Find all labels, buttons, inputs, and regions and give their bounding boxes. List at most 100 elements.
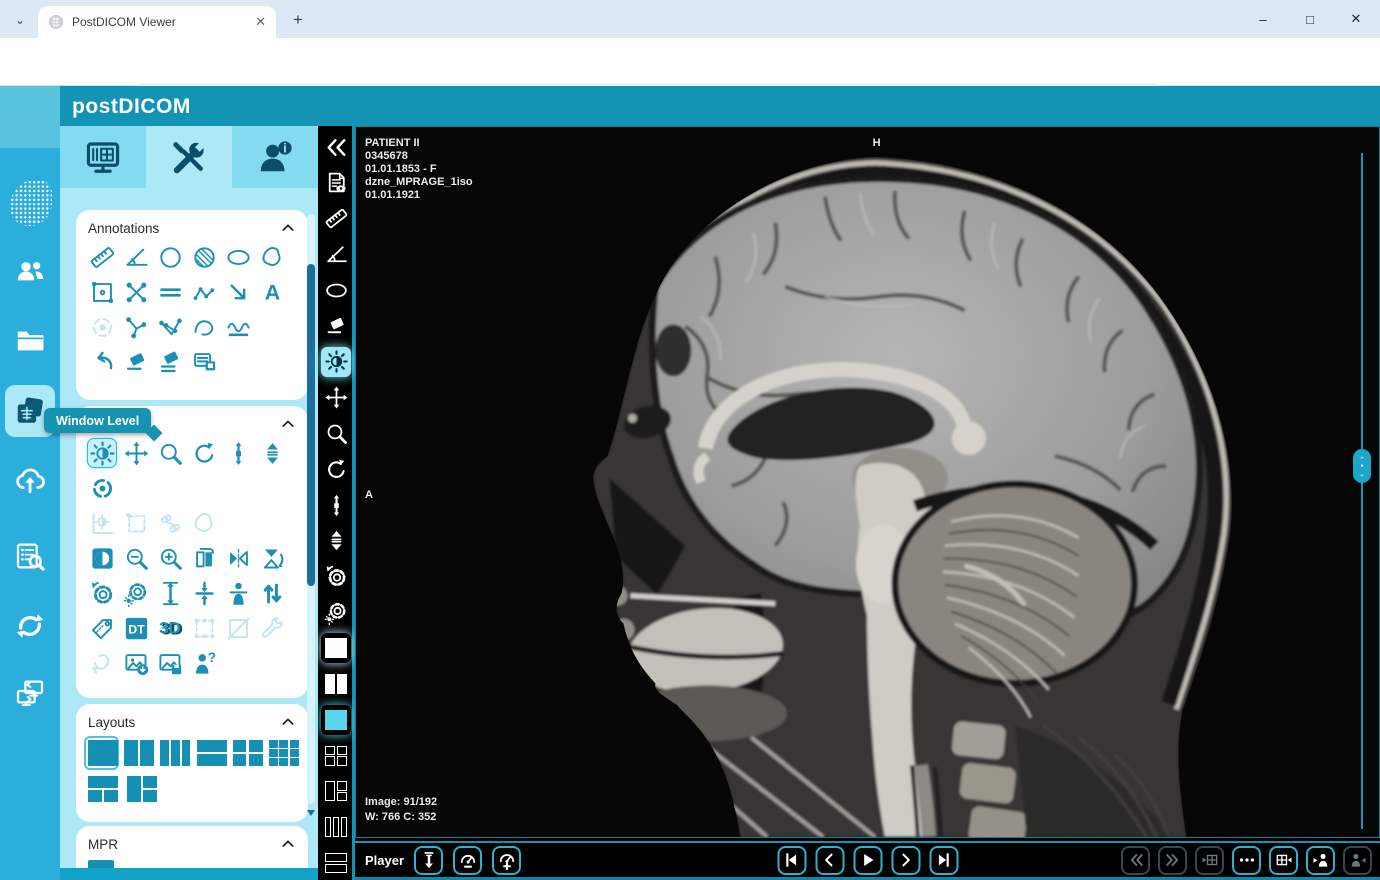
invert-tool[interactable] xyxy=(88,544,116,572)
toolbar-eraser-tool[interactable] xyxy=(321,311,351,341)
zoom-in-tool[interactable] xyxy=(156,544,184,572)
next-image-button[interactable] xyxy=(891,846,920,875)
ellipse-tool[interactable] xyxy=(224,243,252,271)
resize-handles-tool[interactable] xyxy=(190,614,218,642)
toolbar-layout-2x2-button[interactable] xyxy=(321,741,351,771)
undo-shape-tool[interactable] xyxy=(88,649,116,677)
next-series-button[interactable] xyxy=(1158,846,1187,875)
more-options-button[interactable] xyxy=(1232,846,1261,875)
cine-tool[interactable] xyxy=(258,439,286,467)
collapse-chevron-icon[interactable] xyxy=(280,836,296,852)
freehand-open-tool[interactable] xyxy=(190,313,218,341)
layout-1x1-button[interactable] xyxy=(88,740,115,766)
toolbar-rotate-tool[interactable] xyxy=(321,454,351,484)
circle-tool[interactable] xyxy=(156,243,184,271)
toolbar-zoom-tool[interactable] xyxy=(321,418,351,448)
zoom-out-tool[interactable] xyxy=(122,544,150,572)
previous-patient-button[interactable] xyxy=(1306,846,1335,875)
parallel-lines-tool[interactable] xyxy=(156,278,184,306)
cross-measure-tool[interactable] xyxy=(122,278,150,306)
toolbar-layout-left1-right2-button[interactable] xyxy=(321,776,351,806)
polyline-tool[interactable] xyxy=(190,278,218,306)
eraser-tool[interactable] xyxy=(122,348,150,376)
toolbar-layout-1x2-button[interactable] xyxy=(321,669,351,699)
toolbar-layout-1x1-button[interactable] xyxy=(321,633,351,663)
toolbar-layout-current-button[interactable] xyxy=(321,705,351,735)
angle-tool[interactable] xyxy=(122,243,150,271)
previous-layout-button[interactable] xyxy=(1195,846,1224,875)
cobb-angle-tool[interactable] xyxy=(156,313,184,341)
image-scroll-track[interactable] xyxy=(1361,153,1364,829)
previous-series-button[interactable] xyxy=(1121,846,1150,875)
tab-close-icon[interactable]: ✕ xyxy=(255,14,266,30)
next-patient-button[interactable] xyxy=(1343,846,1372,875)
layout-3x3-button[interactable] xyxy=(269,740,296,766)
collapse-chevron-icon[interactable] xyxy=(280,714,296,730)
expand-vertical-tool[interactable] xyxy=(156,579,184,607)
previous-image-button[interactable] xyxy=(815,846,844,875)
layout-2x2-button[interactable] xyxy=(233,740,260,766)
next-layout-button[interactable] xyxy=(1269,846,1298,875)
three-d-tool[interactable]: 3D3D xyxy=(156,614,184,642)
layout-1x2-button[interactable] xyxy=(124,740,151,766)
panel-scroll-down-icon[interactable] xyxy=(307,810,315,816)
tab-search-chevron-icon[interactable]: ⌄ xyxy=(10,10,30,30)
image-export-tool[interactable] xyxy=(122,649,150,677)
probe-tool[interactable] xyxy=(122,313,150,341)
panel-tab-viewer[interactable] xyxy=(60,126,146,188)
first-image-button[interactable] xyxy=(777,846,806,875)
toolbar-ruler-tool[interactable] xyxy=(321,204,351,234)
image-viewport[interactable]: PATIENT II 0345678 01.01.1853 - F dzne_M… xyxy=(355,126,1380,838)
toolbar-collapse-panel-tool[interactable] xyxy=(321,132,351,162)
rotate-tool[interactable] xyxy=(190,439,218,467)
reset-tool[interactable] xyxy=(88,579,116,607)
freehand-closed-tool[interactable] xyxy=(258,243,286,271)
patient-unknown-tool[interactable]: ? xyxy=(190,649,218,677)
select-region-tool[interactable] xyxy=(122,509,150,537)
sidebar-item-share-sync[interactable] xyxy=(5,603,55,649)
window-minimize-button[interactable]: – xyxy=(1248,8,1278,30)
toolbar-pan-tool[interactable] xyxy=(321,383,351,413)
window-close-button[interactable]: ✕ xyxy=(1341,8,1371,30)
bone-tool[interactable] xyxy=(156,509,184,537)
window-maximize-button[interactable]: □ xyxy=(1295,8,1325,30)
toolbar-layout-2x1-button[interactable] xyxy=(321,848,351,878)
sidebar-item-patient-orders[interactable] xyxy=(5,248,55,294)
mirror-rotate-tool[interactable] xyxy=(258,544,286,572)
collapse-chevron-icon[interactable] xyxy=(280,416,296,432)
layout-2x1-button[interactable] xyxy=(197,740,224,766)
toolbar-cine-tool[interactable] xyxy=(321,526,351,556)
last-image-button[interactable] xyxy=(929,846,958,875)
eraser-all-tool[interactable] xyxy=(156,348,184,376)
toolbar-angle-tool[interactable] xyxy=(321,239,351,269)
speed-down-button[interactable] xyxy=(453,846,482,875)
mpr-layout-thumb[interactable] xyxy=(88,860,114,868)
speed-up-button[interactable] xyxy=(492,846,521,875)
sidebar-item-folders[interactable] xyxy=(5,318,55,364)
swap-vertical-tool[interactable] xyxy=(258,579,286,607)
toolbar-reset-window-level-tool[interactable] xyxy=(321,597,351,627)
image-scroll-thumb[interactable]: ⌃ ● ⌃ xyxy=(1353,449,1371,483)
toolbar-reset-tool[interactable] xyxy=(321,562,351,592)
toolbar-report-tool[interactable] xyxy=(321,168,351,198)
new-tab-button[interactable]: + xyxy=(288,10,308,30)
point-target-tool[interactable] xyxy=(88,313,116,341)
crop-diagonal-tool[interactable] xyxy=(224,614,252,642)
layout-top1-bottom2-button[interactable] xyxy=(88,776,118,802)
mirror-tool[interactable] xyxy=(224,544,252,572)
panel-tab-tools[interactable] xyxy=(146,126,232,188)
toolbar-layout-1x3-button[interactable] xyxy=(321,812,351,842)
patient-orientation-tool[interactable] xyxy=(224,579,252,607)
region-window-level-tool[interactable] xyxy=(88,509,116,537)
stack-scroll-tool[interactable] xyxy=(224,439,252,467)
layout-1x3-button[interactable] xyxy=(160,740,187,766)
rectangle-tool[interactable] xyxy=(88,278,116,306)
load-all-images-button[interactable] xyxy=(414,846,443,875)
localizer-tool[interactable] xyxy=(88,474,116,502)
toolbar-ellipse-tool[interactable] xyxy=(321,275,351,305)
collapse-vertical-tool[interactable] xyxy=(190,579,218,607)
dicom-tags-tool[interactable]: DT xyxy=(122,614,150,642)
window-level-tool[interactable] xyxy=(88,439,116,467)
arrow-tool[interactable] xyxy=(224,278,252,306)
play-button[interactable] xyxy=(853,846,882,875)
